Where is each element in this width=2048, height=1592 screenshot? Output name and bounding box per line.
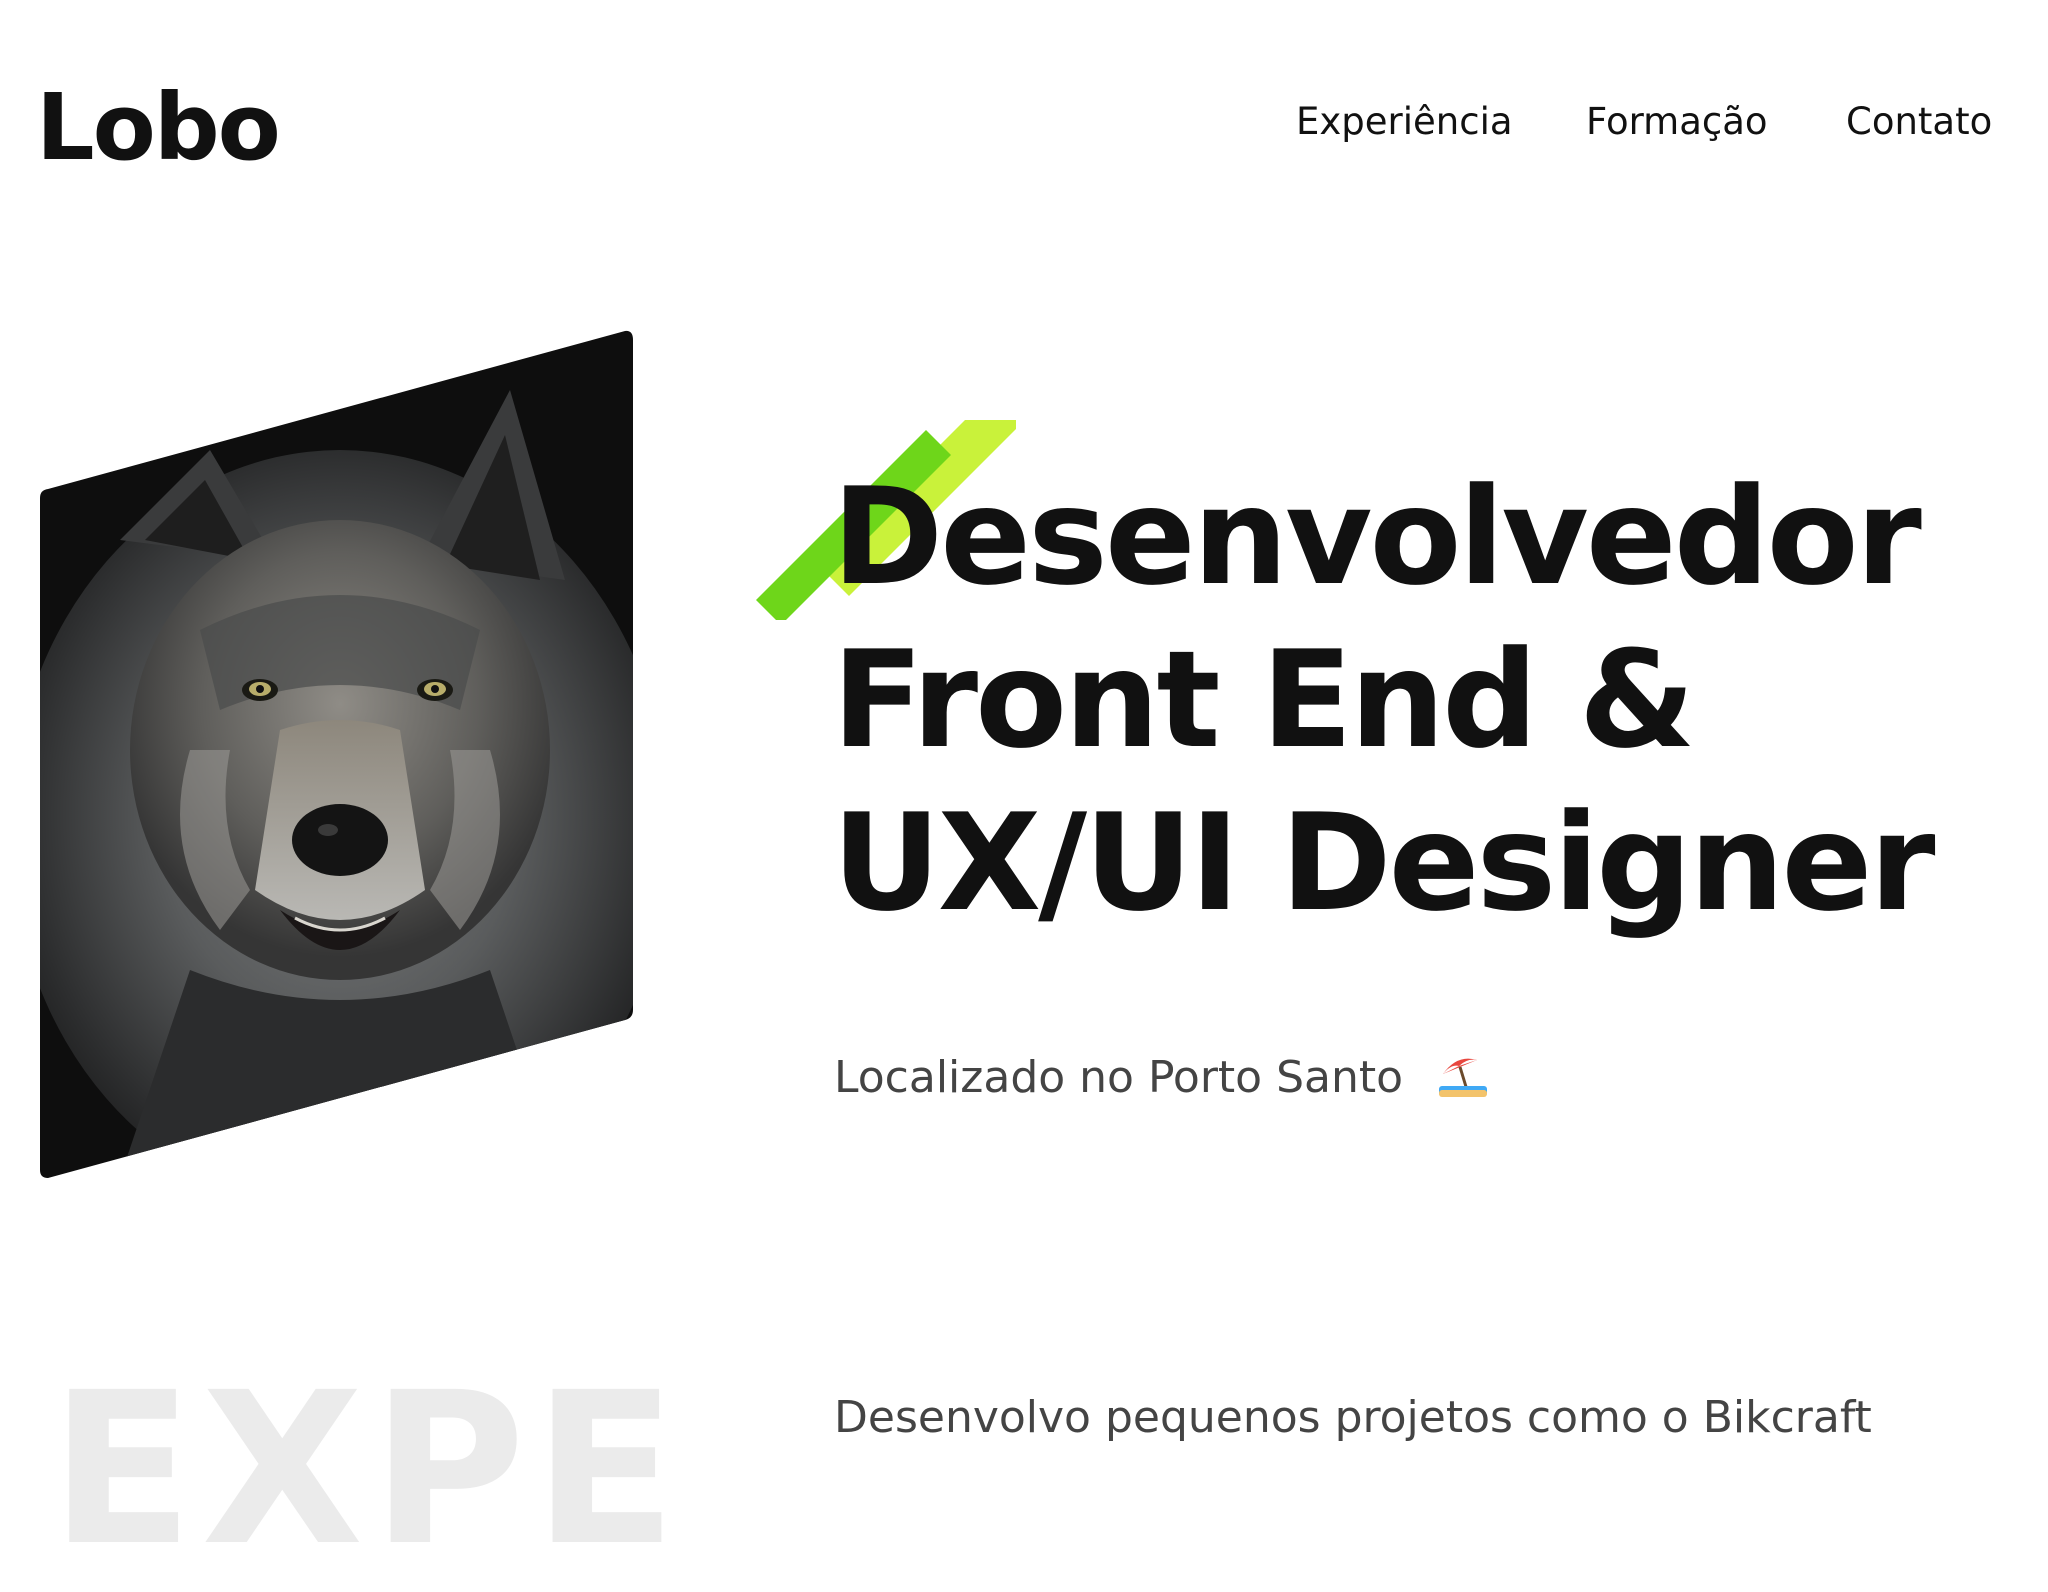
hero-title-line-1: Desenvolvedor [832, 459, 1922, 615]
experience-watermark: EXPE [50, 1347, 685, 1592]
hero-location-text: Localizado no Porto Santo [834, 1052, 1404, 1103]
main-nav: Experiência Formação Contato [1296, 98, 1996, 146]
nav-link-contato[interactable]: Contato [1846, 98, 1992, 146]
hero-title: Desenvolvedor Front End & UX/UI Designer [832, 456, 1992, 945]
hero-wolf-image [40, 330, 633, 1178]
nav-link-experiencia[interactable]: Experiência [1296, 98, 1513, 146]
logo-link[interactable]: Lobo [36, 72, 281, 184]
beach-umbrella-icon [1437, 1052, 1489, 1098]
experience-intro: Desenvolvo pequenos projetos como o Bikc… [834, 1392, 1872, 1443]
hero-title-line-3: UX/UI Designer [832, 785, 1935, 941]
hero-title-line-2: Front End & [832, 622, 1696, 778]
nav-link-formacao[interactable]: Formação [1586, 98, 1768, 146]
site-header: Lobo Experiência Formação Contato [0, 0, 2048, 200]
hero-location: Localizado no Porto Santo [834, 1048, 1489, 1108]
